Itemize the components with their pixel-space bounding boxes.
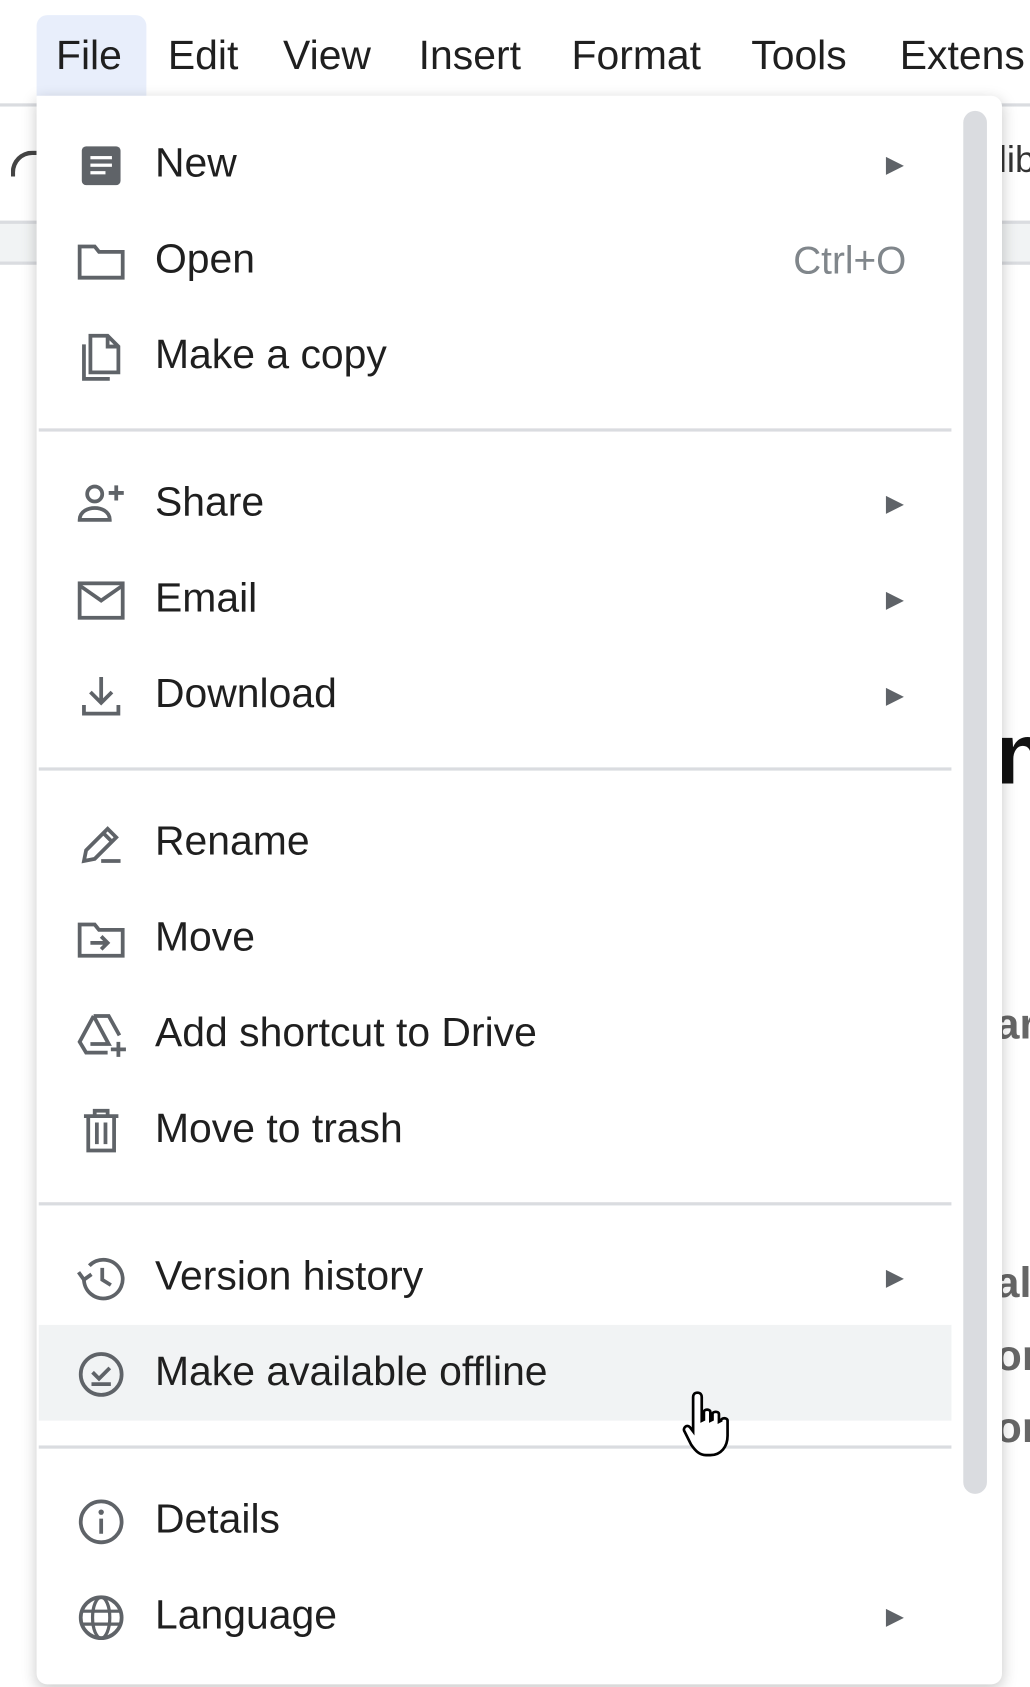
shortcut-text: Ctrl+O — [793, 237, 907, 282]
menu-item-label: Rename — [154, 819, 310, 865]
menu-item-label: Download — [154, 671, 337, 717]
toolbar-font-fragment: lib — [998, 139, 1030, 181]
menu-item-label: Language — [154, 1592, 337, 1639]
menu-edit[interactable]: Edit — [149, 15, 258, 97]
menu-extensions[interactable]: Extens — [880, 15, 1030, 97]
menu-item-add-shortcut[interactable]: Add shortcut to Drive — [39, 986, 952, 1082]
offline-check-icon — [75, 1349, 127, 1401]
menu-item-label: Share — [154, 480, 265, 526]
drive-shortcut-icon — [75, 1010, 127, 1062]
menu-divider — [38, 1445, 952, 1449]
menu-item-label: Make available offline — [154, 1349, 548, 1395]
info-icon — [75, 1496, 127, 1548]
folder-icon — [75, 236, 127, 288]
menu-divider — [38, 1202, 952, 1206]
download-icon — [75, 671, 127, 723]
menu-item-label: Open — [154, 236, 256, 282]
menu-item-label: Details — [154, 1497, 281, 1543]
menu-format[interactable]: Format — [552, 15, 720, 97]
mail-icon — [75, 575, 127, 627]
menu-item-make-available-offline[interactable]: Make available offline — [38, 1324, 952, 1421]
hand-cursor-icon — [678, 1388, 738, 1461]
menu-divider — [38, 767, 952, 771]
menu-item-label: Move to trash — [154, 1106, 403, 1152]
file-menu: New ▶ Open Ctrl+O Make a copy Share ▶ Em… — [36, 95, 1003, 1685]
menu-item-move[interactable]: Move — [39, 890, 952, 986]
menu-item-make-a-copy[interactable]: Make a copy — [39, 308, 952, 404]
menu-divider — [38, 428, 952, 432]
menu-item-share[interactable]: Share ▶ — [39, 455, 952, 551]
menu-scrollbar[interactable] — [963, 110, 987, 1494]
edit-icon — [75, 818, 127, 870]
menu-item-version-history[interactable]: Version history ▶ — [39, 1229, 952, 1325]
menu-item-open[interactable]: Open Ctrl+O — [39, 212, 952, 308]
menu-item-new[interactable]: New ▶ — [39, 116, 952, 212]
menu-item-email[interactable]: Email ▶ — [39, 551, 952, 647]
menu-view[interactable]: View — [264, 15, 391, 97]
menu-item-label: Make a copy — [154, 332, 387, 378]
menu-item-label: Move — [154, 914, 255, 961]
menu-item-label: New — [154, 140, 237, 187]
submenu-arrow-icon: ▶ — [885, 681, 905, 709]
menu-item-label: Version history — [154, 1253, 424, 1300]
menu-item-label: Add shortcut to Drive — [154, 1010, 537, 1056]
person-add-icon — [75, 479, 127, 531]
move-folder-icon — [75, 914, 127, 966]
menu-tools[interactable]: Tools — [732, 15, 866, 97]
menu-insert[interactable]: Insert — [399, 15, 540, 97]
submenu-arrow-icon: ▶ — [885, 585, 905, 613]
document-icon — [75, 140, 127, 192]
menu-item-move-to-trash[interactable]: Move to trash — [39, 1082, 952, 1178]
copy-icon — [75, 331, 127, 383]
trash-icon — [75, 1105, 127, 1157]
submenu-arrow-icon: ▶ — [885, 489, 905, 517]
menu-item-details[interactable]: Details — [39, 1472, 952, 1568]
submenu-arrow-icon: ▶ — [885, 1263, 905, 1291]
undo-icon[interactable] — [10, 150, 37, 177]
menu-item-download[interactable]: Download ▶ — [39, 647, 952, 743]
menu-item-rename[interactable]: Rename — [39, 794, 952, 890]
menu-item-label: Email — [154, 575, 258, 622]
submenu-arrow-icon: ▶ — [885, 150, 905, 178]
globe-icon — [75, 1592, 127, 1644]
menu-item-language[interactable]: Language ▶ — [39, 1568, 952, 1664]
submenu-arrow-icon: ▶ — [885, 1602, 905, 1630]
history-icon — [75, 1253, 127, 1305]
menu-file[interactable]: File — [36, 15, 147, 97]
